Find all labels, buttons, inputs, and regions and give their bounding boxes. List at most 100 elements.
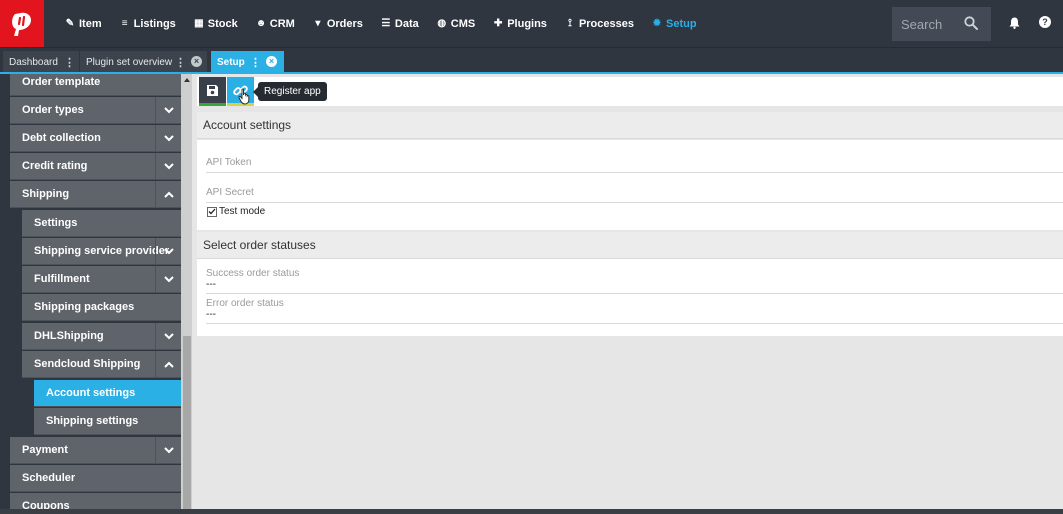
toolbar [197, 77, 1063, 106]
gear-icon: ✹ [652, 18, 662, 29]
puzzle-icon: ✚ [494, 18, 503, 29]
main-menu: ✎ Item ≡ Listings ▦ Stock ☻ CRM ▾ Orders ☰ Dat… [56, 0, 706, 47]
success-status-label: Success order status [206, 268, 300, 279]
nav-item-listings[interactable]: ≡ Listings [111, 0, 185, 47]
nav-item-plugins[interactable]: ✚ Plugins [484, 0, 556, 47]
nav-label: CRM [269, 17, 295, 30]
globe-icon: ◍ [437, 18, 447, 29]
nav-label: Processes [578, 17, 634, 30]
sidebar-item-debt-collection[interactable]: Debt collection [10, 125, 181, 152]
help-icon[interactable]: ? [1039, 16, 1051, 28]
save-button[interactable] [199, 77, 226, 106]
sidebar-item-label: Fulfillment [34, 273, 90, 285]
sidebar-item-sendcloud-shipping[interactable]: Sendcloud Shipping [22, 351, 181, 378]
test-mode-label: Test mode [219, 206, 266, 217]
order-statuses-panel: Success order status --- Error order sta… [197, 259, 1063, 336]
sidebar-item-label: Shipping [22, 188, 70, 200]
tab-setup[interactable]: Setup ⋮ × [211, 51, 284, 73]
sidebar-item-settings[interactable]: Settings [22, 210, 181, 237]
api-secret-field[interactable]: API Secret [206, 187, 1063, 203]
success-order-status-select[interactable]: Success order status --- [206, 268, 1063, 294]
field-underline [206, 202, 1063, 203]
nav-label: Item [79, 17, 102, 30]
test-mode-row[interactable]: Test mode [207, 206, 265, 217]
nav-item-data[interactable]: ☰ Data [372, 0, 428, 47]
sidebar-item-account-settings[interactable]: Account settings [34, 380, 181, 407]
tag-icon: ✎ [65, 18, 75, 29]
list-icon: ≡ [121, 18, 128, 29]
tab-menu-icon[interactable]: ⋮ [250, 56, 261, 69]
nav-item-item[interactable]: ✎ Item [56, 0, 111, 47]
sidebar-item-shipping[interactable]: Shipping [10, 181, 181, 208]
tab-menu-icon[interactable]: ⋮ [64, 56, 75, 69]
bell-icon[interactable] [1009, 17, 1020, 29]
nav-label: Listings [133, 17, 176, 30]
chevron-down-icon[interactable] [155, 266, 181, 293]
sidebar-item-fulfillment[interactable]: Fulfillment [22, 266, 181, 293]
nav-item-crm[interactable]: ☻ CRM [247, 0, 304, 47]
api-token-label: API Token [206, 157, 252, 168]
nav-item-cms[interactable]: ◍ CMS [428, 0, 484, 47]
chevron-down-icon[interactable] [155, 125, 181, 152]
sidebar-item-label: Shipping packages [34, 301, 135, 313]
nav-label: Data [394, 17, 419, 30]
api-token-field[interactable]: API Token [206, 157, 1063, 173]
error-status-value: --- [206, 309, 216, 320]
sidebar-item-credit-rating[interactable]: Credit rating [10, 153, 181, 180]
error-order-status-select[interactable]: Error order status --- [206, 298, 1063, 324]
nav-label: Plugins [507, 17, 547, 30]
plenty-logo[interactable] [0, 0, 44, 47]
sidebar-item-label: Order template [22, 76, 101, 88]
sidebar: Order template Order types Debt collecti… [0, 74, 192, 514]
error-status-label: Error order status [206, 298, 284, 309]
search-icon[interactable] [964, 16, 978, 30]
sidebar-item-shipping-packages[interactable]: Shipping packages [22, 294, 181, 321]
tab-label: Dashboard [9, 56, 58, 68]
tab-dashboard[interactable]: Dashboard ⋮ [3, 51, 79, 73]
field-underline [206, 293, 1063, 294]
sidebar-scrollbar-thumb[interactable] [183, 336, 191, 514]
tooltip-text: Register app [264, 86, 321, 97]
sidebar-item-label: Shipping service provider [34, 245, 170, 257]
sidebar-item-shipping-service-provider[interactable]: Shipping service provider [22, 238, 181, 265]
hand-cursor-icon [238, 88, 250, 105]
api-secret-label: API Secret [206, 187, 254, 198]
sidebar-item-order-template[interactable]: Order template [10, 74, 181, 96]
chevron-down-icon[interactable] [155, 437, 181, 464]
sidebar-item-label: DHLShipping [34, 330, 104, 342]
bottom-edge [0, 509, 1063, 514]
sidebar-item-label: Sendcloud Shipping [34, 358, 141, 370]
nav-item-processes[interactable]: ⟟ Processes [556, 0, 643, 47]
close-icon[interactable]: × [191, 56, 202, 67]
sidebar-item-order-types[interactable]: Order types [10, 97, 181, 124]
search-input[interactable] [901, 16, 963, 32]
tab-label: Plugin set overview [86, 56, 173, 68]
nav-item-setup[interactable]: ✹ Setup [643, 0, 706, 47]
sidebar-item-payment[interactable]: Payment [10, 437, 181, 464]
sidebar-item-label: Scheduler [22, 472, 76, 484]
chevron-down-icon[interactable] [155, 153, 181, 180]
section-header-order-statuses[interactable]: Select order statuses [197, 232, 1063, 259]
users-icon: ☻ [255, 18, 267, 29]
nav-item-orders[interactable]: ▾ Orders [304, 0, 372, 47]
section-header-account-settings[interactable]: Account settings [197, 112, 1063, 139]
nav-label: CMS [450, 17, 476, 30]
tab-menu-icon[interactable]: ⋮ [175, 56, 186, 69]
chevron-up-icon[interactable] [155, 351, 181, 378]
test-mode-checkbox[interactable] [207, 206, 217, 217]
nav-label: Orders [326, 17, 363, 30]
close-icon[interactable]: × [266, 56, 277, 67]
sidebar-item-label: Debt collection [22, 132, 101, 144]
sidebar-item-scheduler[interactable]: Scheduler [10, 465, 181, 492]
chevron-down-icon[interactable] [155, 97, 181, 124]
chevron-down-icon[interactable] [155, 323, 181, 350]
sidebar-item-shipping-settings[interactable]: Shipping settings [34, 408, 181, 435]
tab-plugin-set-overview[interactable]: Plugin set overview ⋮ × [80, 51, 207, 73]
sidebar-item-dhlshipping[interactable]: DHLShipping [22, 323, 181, 350]
scroll-up-arrow-icon[interactable] [184, 78, 190, 82]
section-title: Account settings [203, 118, 292, 132]
chevron-up-icon[interactable] [155, 181, 181, 208]
nav-item-stock[interactable]: ▦ Stock [185, 0, 247, 47]
field-underline [206, 172, 1063, 173]
chevron-down-icon[interactable] [155, 238, 181, 265]
